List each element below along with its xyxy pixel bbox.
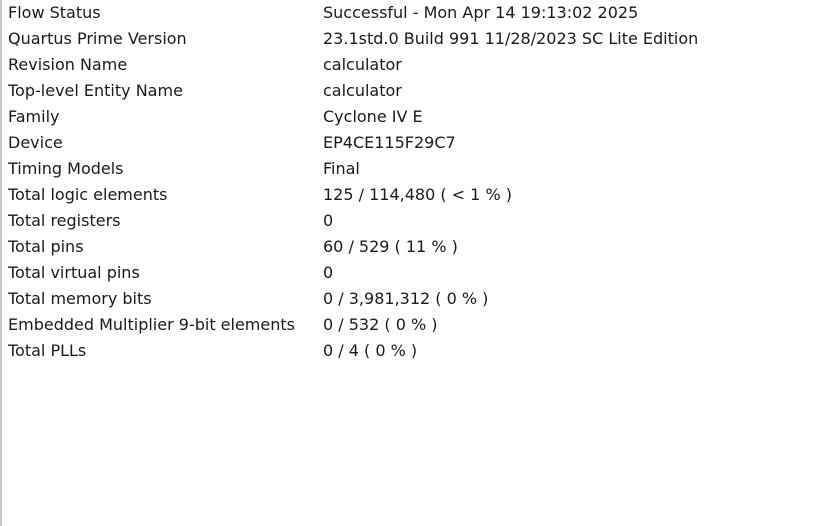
table-row-embedded-multiplier[interactable]: Embedded Multiplier 9-bit elements 0 / 5… <box>7 312 812 338</box>
row-value: EP4CE115F29C7 <box>323 133 456 152</box>
row-value: 0 / 4 ( 0 % ) <box>323 341 418 360</box>
row-value: 60 / 529 ( 11 % ) <box>323 237 458 256</box>
table-row-family[interactable]: Family Cyclone IV E <box>7 104 812 130</box>
row-value: 0 <box>323 263 334 282</box>
table-row-total-plls[interactable]: Total PLLs 0 / 4 ( 0 % ) <box>7 338 812 364</box>
row-value: calculator <box>323 81 402 100</box>
row-label: Device <box>8 133 63 152</box>
row-label: Total virtual pins <box>8 263 140 282</box>
table-row-total-logic-elements[interactable]: Total logic elements 125 / 114,480 ( < 1… <box>7 182 812 208</box>
row-label: Total registers <box>8 211 121 230</box>
row-value: 0 / 3,981,312 ( 0 % ) <box>323 289 489 308</box>
row-value: Cyclone IV E <box>323 107 423 126</box>
table-row-total-virtual-pins[interactable]: Total virtual pins 0 <box>7 260 812 286</box>
row-value: calculator <box>323 55 402 74</box>
flow-summary-table: Flow Status Successful - Mon Apr 14 19:1… <box>7 0 812 364</box>
row-label: Total memory bits <box>8 289 152 308</box>
row-label: Embedded Multiplier 9-bit elements <box>8 315 295 334</box>
table-row-total-registers[interactable]: Total registers 0 <box>7 208 812 234</box>
row-label: Quartus Prime Version <box>8 29 187 48</box>
table-row-device[interactable]: Device EP4CE115F29C7 <box>7 130 812 156</box>
table-row-timing-models[interactable]: Timing Models Final <box>7 156 812 182</box>
row-label: Total PLLs <box>8 341 87 360</box>
row-value: Final <box>323 159 360 178</box>
row-label: Family <box>8 107 60 126</box>
row-value: 23.1std.0 Build 991 11/28/2023 SC Lite E… <box>323 29 699 48</box>
row-label: Top-level Entity Name <box>8 81 183 100</box>
row-value: Successful - Mon Apr 14 19:13:02 2025 <box>323 3 639 22</box>
table-row-total-memory-bits[interactable]: Total memory bits 0 / 3,981,312 ( 0 % ) <box>7 286 812 312</box>
table-row-revision-name[interactable]: Revision Name calculator <box>7 52 812 78</box>
table-row-top-level-entity[interactable]: Top-level Entity Name calculator <box>7 78 812 104</box>
row-value: 0 / 532 ( 0 % ) <box>323 315 438 334</box>
row-label: Revision Name <box>8 55 128 74</box>
row-value: 125 / 114,480 ( < 1 % ) <box>323 185 512 204</box>
row-label: Total logic elements <box>8 185 168 204</box>
row-label: Timing Models <box>8 159 124 178</box>
table-row-flow-status[interactable]: Flow Status Successful - Mon Apr 14 19:1… <box>7 0 812 26</box>
flow-summary-panel: Flow Status Successful - Mon Apr 14 19:1… <box>0 0 816 526</box>
row-label: Total pins <box>8 237 84 256</box>
row-value: 0 <box>323 211 334 230</box>
row-label: Flow Status <box>8 3 101 22</box>
table-row-quartus-version[interactable]: Quartus Prime Version 23.1std.0 Build 99… <box>7 26 812 52</box>
table-row-total-pins[interactable]: Total pins 60 / 529 ( 11 % ) <box>7 234 812 260</box>
